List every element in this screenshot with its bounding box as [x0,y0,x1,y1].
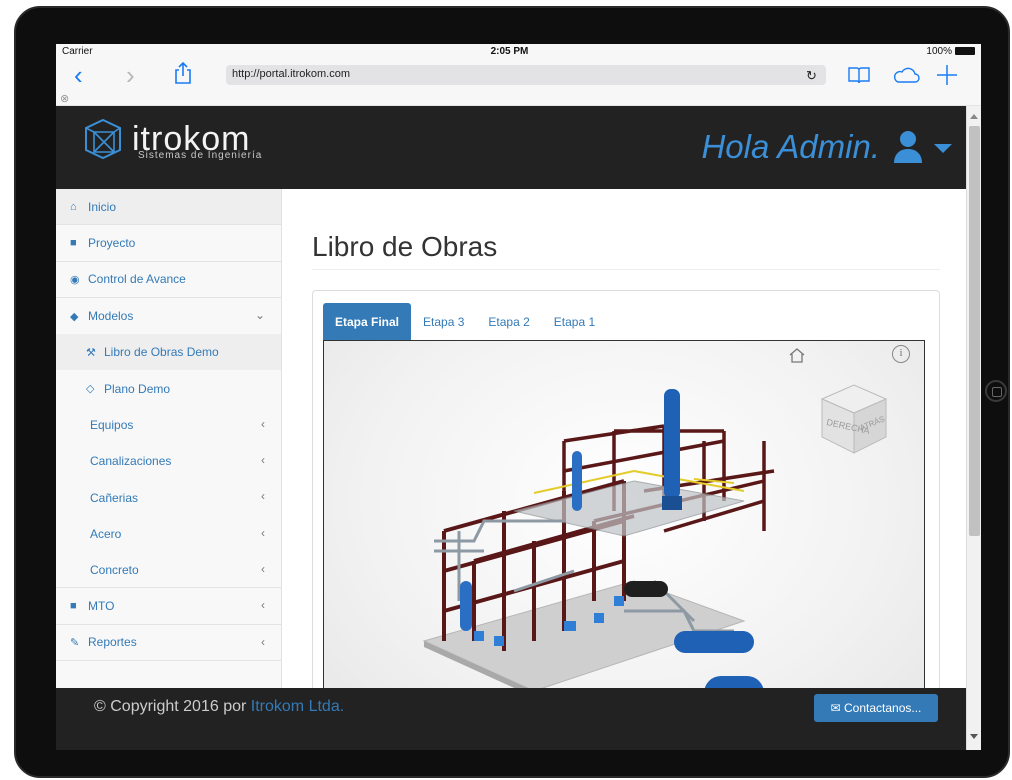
chevron-down-icon: ⌄ [254,307,265,322]
user-menu-caret-icon[interactable] [934,144,952,153]
sidebar-item-label: Equipos [90,417,134,432]
page-title: Libro de Obras [312,231,498,262]
contact-button-label: Contactanos... [844,701,922,715]
sidebar-item-label: MTO [88,598,115,613]
carrier-label: Carrier [62,45,93,57]
envelope-icon: ✉ [830,701,841,715]
tab-etapa-1[interactable]: Etapa 1 [542,303,607,343]
sidebar-item-inicio[interactable]: ⌂ Inicio [56,189,281,226]
stage-tabs: Etapa Final Etapa 3 Etapa 2 Etapa 1 [323,303,607,343]
plant-3d-model [422,389,775,710]
company-link[interactable]: Itrokom Ltda. [251,698,344,715]
book-icon: ■ [70,599,77,612]
tab-etapa-final[interactable]: Etapa Final [323,303,412,343]
sidebar-item-label: Plano Demo [104,381,171,396]
sidebar-item-proyecto[interactable]: ■ Proyecto [56,225,281,262]
sidebar-item-label: Inicio [88,199,117,214]
scroll-up-arrow-icon[interactable] [970,114,978,119]
sidebar-item-equipos[interactable]: Equipos ‹ [56,407,281,443]
copyright-text: © Copyright 2016 por Itrokom Ltda. [94,698,344,716]
viewer-panel: Etapa Final Etapa 3 Etapa 2 Etapa 1 i DE… [312,290,940,750]
vertical-vessel [664,389,680,499]
user-icon[interactable] [892,130,924,164]
sidebar-item-canalizaciones[interactable]: Canalizaciones ‹ [56,443,281,479]
back-icon[interactable]: ‹ [74,62,83,88]
sidebar: ⌂ Inicio ■ Proyecto ◉ Control de Avance … [56,189,282,750]
chevron-left-icon: ‹ [261,453,265,468]
sidebar-item-acero[interactable]: Acero ‹ [56,516,281,552]
tablet-screen: Carrier 2:05 PM 100% ‹ › http://portal.i… [56,44,981,750]
close-tab-icon[interactable]: ⊗ [60,92,69,105]
site-footer: © Copyright 2016 por Itrokom Ltda. ✉ Con… [56,688,966,750]
main-content: Libro de Obras Etapa Final Etapa 3 Etapa… [282,189,966,750]
edit-icon: ✎ [70,636,80,649]
battery-icon [955,46,975,55]
dashboard-icon: ◉ [70,273,80,286]
logo-icon [85,118,121,160]
info-icon[interactable]: i [892,345,910,363]
column-b [460,581,472,631]
sidebar-item-label: Control de Avance [88,272,186,287]
sidebar-item-label: Cañerias [90,490,139,505]
3d-model-viewer[interactable]: i DERECHA ATRÁS [323,340,925,740]
bookmarks-icon[interactable] [848,66,870,84]
home-icon: ⌂ [70,200,77,213]
home-view-icon[interactable] [788,347,806,363]
sidebar-item-label: Modelos [88,309,134,324]
book-icon: ■ [70,236,77,249]
sidebar-item-concreto[interactable]: Concreto ‹ [56,552,281,589]
heat-exchanger [674,631,754,653]
cloud-icon[interactable] [892,66,920,84]
tab-etapa-3[interactable]: Etapa 3 [411,303,476,343]
black-drum [624,581,668,597]
address-bar[interactable]: http://portal.itrokom.com [226,65,826,85]
sidebar-item-mto[interactable]: ■ MTO ‹ [56,588,281,625]
sidebar-item-modelos[interactable]: ◆ Modelos ⌄ [56,298,281,334]
chevron-left-icon: ‹ [261,489,265,504]
forward-icon[interactable]: › [126,62,135,88]
vessel-skirt [662,496,682,510]
reload-icon[interactable]: ↻ [806,68,817,84]
new-tab-icon[interactable] [936,64,958,86]
chevron-left-icon: ‹ [261,561,265,576]
chevron-left-icon: ‹ [261,416,265,431]
tab-etapa-2[interactable]: Etapa 2 [476,303,541,343]
sidebar-item-label: Proyecto [88,235,136,250]
chevron-left-icon: ‹ [261,598,265,613]
share-icon[interactable] [174,62,192,84]
site-header: itrokom Sistemas de Ingeniería Hola Admi… [56,106,966,189]
chevron-left-icon: ‹ [261,634,265,649]
scroll-thumb[interactable] [969,126,980,536]
diamond-icon: ◇ [86,383,95,396]
sidebar-item-libro-de-obras-demo[interactable]: ⚒ Libro de Obras Demo [56,334,281,371]
browser-toolbar: ‹ › http://portal.itrokom.com ↻ ⊗ [56,58,981,106]
column-a [572,451,582,511]
sidebar-item-control-de-avance[interactable]: ◉ Control de Avance [56,262,281,298]
copyright-prefix: © Copyright 2016 por [94,698,247,715]
sidebar-item-reportes[interactable]: ✎ Reportes ‹ [56,625,281,661]
clock: 2:05 PM [490,45,529,57]
cube-icon: ◆ [70,310,79,323]
sidebar-item-canerias[interactable]: Cañerias ‹ [56,479,281,515]
page-scrollbar[interactable] [966,106,981,750]
url-text: http://portal.itrokom.com [232,68,350,80]
battery-status: 100% [926,46,975,57]
contact-button[interactable]: ✉ Contactanos... [814,694,938,722]
brand-tagline: Sistemas de Ingeniería [138,150,263,161]
title-divider [312,269,940,270]
sidebar-item-label: Canalizaciones [90,454,172,469]
home-button[interactable] [985,380,1007,402]
sidebar-item-label: Acero [90,526,122,541]
web-page: itrokom Sistemas de Ingeniería Hola Admi… [56,106,966,750]
status-bar: Carrier 2:05 PM 100% [56,44,981,58]
greeting: Hola Admin. [701,128,880,165]
sidebar-item-plano-demo[interactable]: ◇ Plano Demo [56,370,281,406]
sidebar-item-label: Reportes [88,635,137,650]
chevron-left-icon: ‹ [261,525,265,540]
battery-label: 100% [926,45,952,57]
sidebar-item-label: Concreto [90,562,139,577]
wrench-icon: ⚒ [86,346,96,359]
sidebar-item-label: Libro de Obras Demo [104,345,219,360]
scroll-down-arrow-icon[interactable] [970,734,978,739]
